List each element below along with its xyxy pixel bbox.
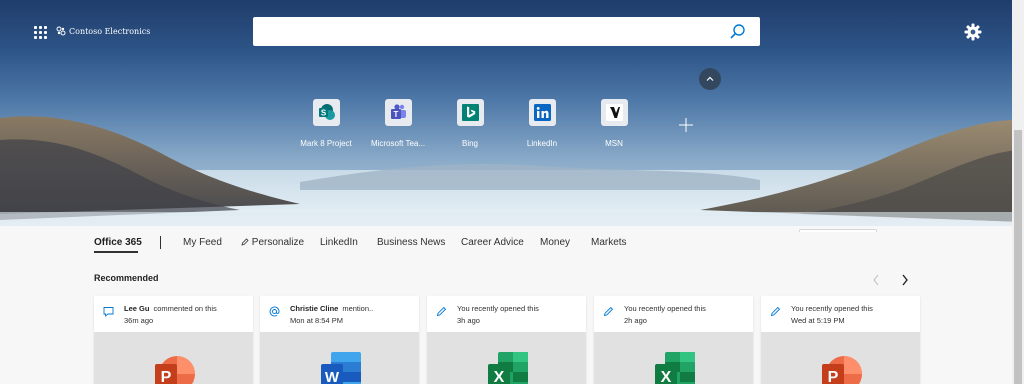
tab-office-365[interactable]: Office 365 (94, 237, 142, 248)
settings-gear-icon[interactable] (964, 23, 982, 41)
org-brand[interactable]: Contoso Electronics (56, 26, 150, 36)
recommended-card[interactable]: You recently opened this 3h ago X (427, 296, 586, 384)
recommended-title: Recommended (94, 273, 159, 283)
card-time: 36m ago (124, 316, 154, 325)
org-name: Contoso Electronics (69, 26, 151, 36)
tab-linkedin[interactable]: LinkedIn (320, 237, 358, 248)
card-action: You recently opened this (791, 304, 873, 313)
card-action: You recently opened this (457, 304, 539, 313)
tab-my-feed[interactable]: My Feed (183, 237, 222, 248)
bing-icon (461, 104, 479, 121)
card-activity: Christie Cline mention.. (290, 304, 373, 313)
app-launcher-icon[interactable] (34, 26, 47, 39)
excel-icon: X (655, 352, 695, 384)
mention-icon (269, 306, 280, 317)
card-time: 2h ago (624, 316, 647, 325)
tile-label: Mark 8 Project (300, 139, 352, 148)
tile-icon-box (456, 99, 484, 126)
tab-business-news[interactable]: Business News (377, 237, 445, 248)
pinned-site-mark8[interactable]: S Mark 8 Project (286, 99, 366, 148)
recommended-card[interactable]: Christie Cline mention.. Mon at 8:54 PM W (260, 296, 419, 384)
card-thumbnail: W (260, 332, 419, 384)
contoso-logo-icon (56, 26, 66, 36)
recommended-card[interactable]: Lee Gu commented on this 36m ago P (94, 296, 253, 384)
pencil-icon (436, 306, 447, 317)
excel-icon: X (488, 352, 528, 384)
powerpoint-icon: P (155, 356, 195, 384)
msn-icon (605, 104, 623, 121)
search-input[interactable] (263, 23, 713, 40)
tile-label: LinkedIn (526, 139, 558, 148)
tile-label: Bing (461, 139, 478, 148)
card-time: Wed at 5:19 PM (791, 316, 845, 325)
sharepoint-icon: S (318, 104, 335, 120)
chevron-left-icon[interactable] (871, 273, 881, 287)
pinned-site-linkedin[interactable]: LinkedIn (502, 99, 582, 148)
chevron-up-icon (706, 76, 714, 81)
recommended-section: Recommended Lee Gu commented on this 36m … (0, 262, 1012, 384)
card-thumbnail: X (594, 332, 753, 384)
chevron-right-icon[interactable] (900, 273, 910, 287)
tile-icon-box (528, 99, 556, 126)
collapse-header-button[interactable] (699, 68, 721, 90)
tile-icon-box: S (312, 99, 340, 126)
nav-divider (160, 236, 161, 249)
search-box[interactable] (253, 17, 760, 46)
nav-overflow-stub (799, 229, 877, 232)
tile-icon-box: T (384, 99, 412, 126)
teams-icon: T (390, 104, 406, 119)
card-action: mention.. (342, 304, 374, 313)
pinned-site-bing[interactable]: Bing (430, 99, 510, 148)
powerpoint-icon: P (822, 356, 862, 384)
word-icon: W (321, 352, 361, 384)
pinned-site-teams[interactable]: T Microsoft Tea... (358, 99, 438, 148)
card-thumbnail: X (427, 332, 586, 384)
svg-text:W: W (325, 369, 340, 384)
pinned-site-msn[interactable]: MSN (574, 99, 654, 148)
card-thumbnail: P (761, 332, 920, 384)
pencil-icon (241, 238, 249, 246)
svg-text:T: T (393, 110, 398, 119)
page-scrollbar-thumb[interactable] (1014, 130, 1022, 384)
tile-label: MSN (605, 139, 623, 148)
pencil-icon (770, 306, 781, 317)
svg-text:X: X (494, 369, 505, 384)
search-icon[interactable] (729, 23, 746, 40)
card-time: 3h ago (457, 316, 480, 325)
tab-money[interactable]: Money (540, 237, 570, 248)
card-person: Lee Gu (124, 304, 150, 313)
tile-icon-box (600, 99, 628, 126)
tab-markets[interactable]: Markets (591, 237, 627, 248)
svg-text:S: S (320, 109, 326, 118)
tab-career-advice[interactable]: Career Advice (461, 237, 524, 248)
tab-personalize[interactable]: Personalize (241, 237, 304, 248)
card-action: commented on this (153, 304, 217, 313)
svg-text:X: X (661, 369, 672, 384)
tile-label: Microsoft Tea... (370, 139, 426, 148)
pencil-icon (603, 306, 614, 317)
card-time: Mon at 8:54 PM (290, 316, 343, 325)
recommended-card[interactable]: You recently opened this Wed at 5:19 PM … (761, 296, 920, 384)
tab-personalize-label: Personalize (251, 237, 305, 248)
card-action: You recently opened this (624, 304, 706, 313)
add-site-plus-icon[interactable] (678, 117, 694, 133)
linkedin-icon (533, 104, 551, 121)
comment-icon (103, 307, 114, 317)
card-thumbnail: P (94, 332, 253, 384)
hero-banner: Contoso Electronics S Mark 8 Project T M… (0, 0, 1024, 226)
svg-text:P: P (161, 369, 172, 384)
card-person: Christie Cline (290, 304, 339, 313)
card-activity: Lee Gu commented on this (124, 304, 217, 313)
recommended-card[interactable]: You recently opened this 2h ago X (594, 296, 753, 384)
svg-text:P: P (828, 369, 839, 384)
active-tab-underline (94, 251, 138, 253)
